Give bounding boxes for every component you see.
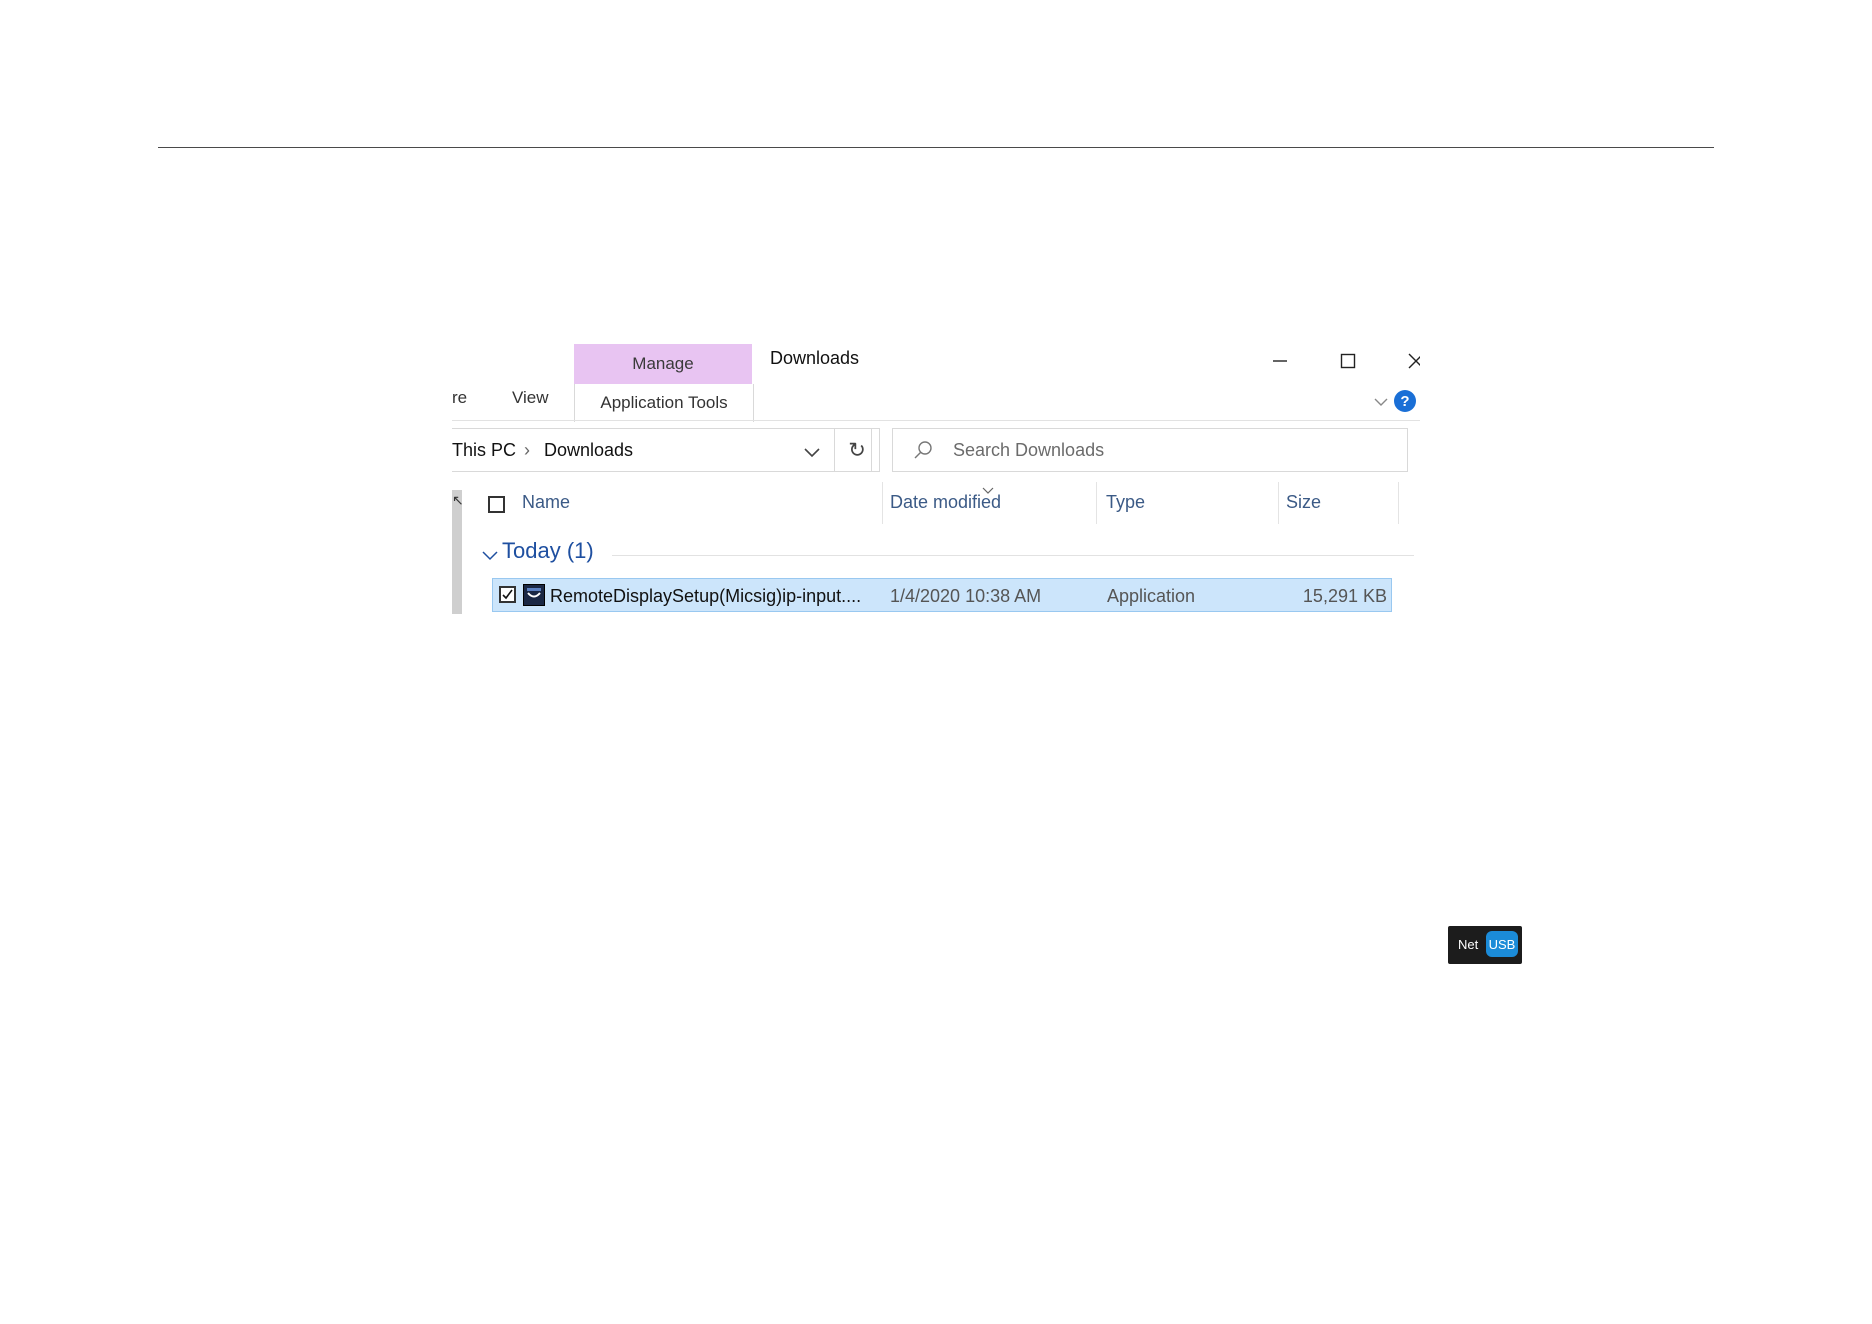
column-date-modified[interactable]: Date modified bbox=[890, 492, 1001, 513]
column-separator bbox=[1398, 482, 1399, 524]
column-size[interactable]: Size bbox=[1286, 492, 1321, 513]
refresh-icon: ↻ bbox=[848, 438, 866, 462]
breadcrumb-downloads[interactable]: Downloads bbox=[544, 440, 633, 461]
ribbon-tab-view[interactable]: View bbox=[512, 388, 549, 408]
application-icon bbox=[523, 584, 545, 606]
refresh-button[interactable]: ↻ bbox=[834, 428, 880, 472]
search-box[interactable]: Search Downloads bbox=[892, 428, 1408, 472]
checkmark-icon bbox=[502, 589, 513, 600]
chevron-down-icon bbox=[482, 551, 498, 561]
file-type: Application bbox=[1107, 586, 1196, 606]
application-tools-tab[interactable]: Application Tools bbox=[574, 384, 754, 422]
explorer-window: Manage Application Tools Downloads re Vi… bbox=[452, 342, 1420, 614]
ribbon-tab-share[interactable]: re bbox=[452, 388, 467, 408]
file-row-checkbox[interactable] bbox=[499, 586, 516, 603]
group-divider bbox=[612, 555, 1414, 556]
net-mode-label[interactable]: Net bbox=[1458, 937, 1478, 952]
manage-tab-label: Manage bbox=[632, 354, 694, 373]
application-tools-label: Application Tools bbox=[600, 393, 728, 412]
column-separator bbox=[1278, 482, 1279, 524]
search-input[interactable]: Search Downloads bbox=[953, 440, 1104, 461]
close-button[interactable] bbox=[1388, 342, 1420, 380]
address-dropdown-button[interactable] bbox=[804, 445, 820, 463]
help-button[interactable]: ? bbox=[1394, 390, 1416, 412]
top-rule bbox=[158, 147, 1714, 148]
maximize-icon bbox=[1340, 353, 1356, 369]
group-collapse-button[interactable] bbox=[482, 548, 498, 566]
chevron-down-icon bbox=[1374, 398, 1388, 406]
window-title: Downloads bbox=[770, 348, 860, 368]
breadcrumb-this-pc[interactable]: This PC bbox=[452, 440, 516, 461]
column-separator bbox=[1096, 482, 1097, 524]
ribbon-expand-button[interactable] bbox=[1374, 394, 1388, 412]
search-icon bbox=[913, 440, 933, 465]
file-row[interactable]: RemoteDisplaySetup(Micsig)ip-input.... 1… bbox=[492, 578, 1392, 612]
select-all-checkbox[interactable] bbox=[488, 496, 505, 513]
usb-mode-label[interactable]: USB bbox=[1486, 931, 1518, 957]
group-header-today[interactable]: Today (1) bbox=[502, 538, 594, 564]
file-name[interactable]: RemoteDisplaySetup(Micsig)ip-input.... bbox=[550, 586, 861, 607]
connection-mode-badge[interactable]: Net USB bbox=[1448, 926, 1522, 964]
maximize-button[interactable] bbox=[1320, 342, 1376, 380]
minimize-button[interactable] bbox=[1252, 342, 1308, 380]
column-separator bbox=[882, 482, 883, 524]
nav-collapse-icon[interactable]: ↖ bbox=[452, 492, 464, 509]
help-icon: ? bbox=[1400, 392, 1410, 410]
column-name[interactable]: Name bbox=[522, 492, 570, 513]
manage-tab[interactable]: Manage bbox=[574, 344, 752, 384]
address-bar[interactable]: This PC › Downloads bbox=[452, 428, 872, 472]
column-type[interactable]: Type bbox=[1106, 492, 1145, 513]
ribbon-divider bbox=[452, 420, 1420, 421]
close-icon bbox=[1408, 353, 1420, 369]
file-size: 15,291 KB bbox=[1302, 586, 1387, 606]
chevron-down-icon bbox=[804, 448, 820, 458]
breadcrumb-separator: › bbox=[524, 440, 530, 460]
file-date: 1/4/2020 10:38 AM bbox=[890, 586, 1042, 606]
minimize-icon bbox=[1273, 360, 1287, 362]
